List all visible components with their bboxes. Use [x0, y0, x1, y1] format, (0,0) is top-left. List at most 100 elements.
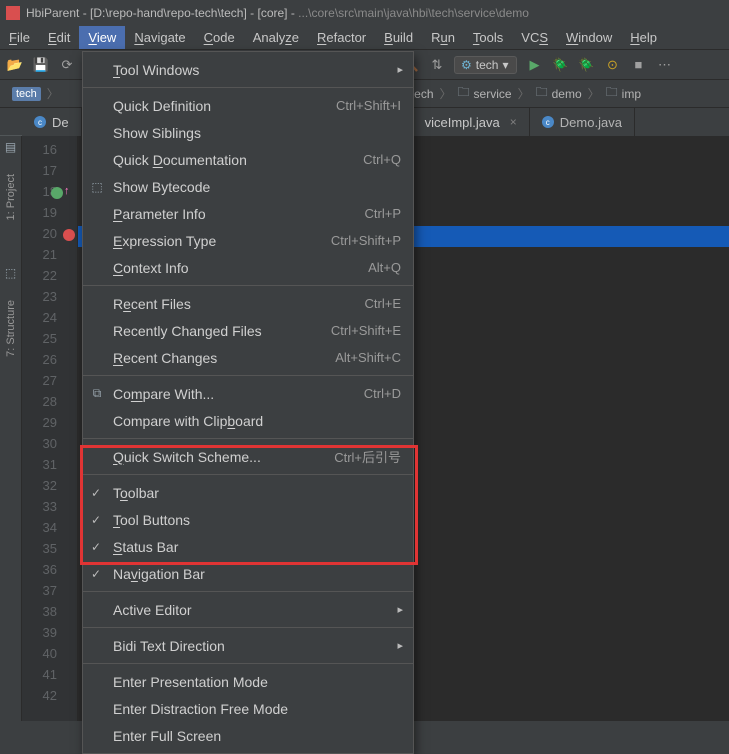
- class-icon: c: [34, 116, 46, 128]
- line-number: 34: [22, 520, 77, 541]
- chevron-down-icon: ▾: [502, 58, 508, 72]
- menu-bidi[interactable]: Bidi Text Direction: [83, 632, 413, 659]
- line-number: 20: [22, 226, 77, 247]
- up-arrow-icon[interactable]: [63, 187, 75, 199]
- line-number: 38: [22, 604, 77, 625]
- check-icon: ✓: [91, 486, 101, 500]
- line-number: 26: [22, 352, 77, 373]
- menu-recent-files[interactable]: Recent FilesCtrl+E: [83, 290, 413, 317]
- line-number: 42: [22, 688, 77, 709]
- menubar: File Edit View Navigate Code Analyze Ref…: [0, 26, 729, 50]
- structure-tool-label[interactable]: 7: Structure: [5, 300, 17, 357]
- menu-quick-switch[interactable]: Quick Switch Scheme...Ctrl+后引号: [83, 443, 413, 470]
- line-number: 37: [22, 583, 77, 604]
- menu-fullscreen[interactable]: Enter Full Screen: [83, 722, 413, 749]
- profile-icon[interactable]: ⊙: [603, 56, 621, 74]
- menu-recent-changes[interactable]: Recent ChangesAlt+Shift+C: [83, 344, 413, 371]
- line-number: 29: [22, 415, 77, 436]
- view-menu-dropdown: Tool Windows Quick DefinitionCtrl+Shift+…: [82, 51, 414, 754]
- tool-window-bar: ▤ 1: Project ⬚ 7: Structure: [0, 136, 22, 721]
- menu-show-bytecode[interactable]: ⬚Show Bytecode: [83, 173, 413, 200]
- menu-file[interactable]: File: [0, 26, 39, 49]
- title-module: [core]: [257, 6, 287, 20]
- run-config[interactable]: ⚙ tech ▾: [454, 56, 517, 74]
- breadcrumb-root[interactable]: tech: [6, 87, 47, 101]
- menu-help[interactable]: Help: [621, 26, 666, 49]
- line-number: 16: [22, 142, 77, 163]
- menu-active-editor[interactable]: Active Editor: [83, 596, 413, 623]
- more-icon[interactable]: ⋯: [655, 56, 673, 74]
- stop-icon[interactable]: ■: [629, 56, 647, 74]
- menu-refactor[interactable]: Refactor: [308, 26, 375, 49]
- menu-recent-changed[interactable]: Recently Changed FilesCtrl+Shift+E: [83, 317, 413, 344]
- structure-tool-icon[interactable]: ⬚: [5, 266, 16, 280]
- override-marker-icon[interactable]: [51, 187, 63, 199]
- menu-tool-buttons-toggle[interactable]: ✓Tool Buttons: [83, 506, 413, 533]
- menu-quick-doc[interactable]: Quick DocumentationCtrl+Q: [83, 146, 413, 173]
- titlebar: HbiParent - [D:\repo-hand\repo-tech\tech…: [0, 0, 729, 26]
- line-number: 31: [22, 457, 77, 478]
- line-number: 35: [22, 541, 77, 562]
- menu-expr-type[interactable]: Expression TypeCtrl+Shift+P: [83, 227, 413, 254]
- line-number: 23: [22, 289, 77, 310]
- project-tool-icon[interactable]: ▤: [5, 140, 16, 154]
- open-icon[interactable]: 📂: [6, 56, 24, 74]
- menu-distraction-free[interactable]: Enter Distraction Free Mode: [83, 695, 413, 722]
- line-number: 36: [22, 562, 77, 583]
- folder-icon: 🗀: [606, 83, 618, 104]
- line-number: 28: [22, 394, 77, 415]
- close-icon[interactable]: ×: [510, 115, 517, 129]
- breadcrumb-service[interactable]: 🗀service: [452, 83, 518, 104]
- line-number: 40: [22, 646, 77, 667]
- line-number: 19: [22, 205, 77, 226]
- menu-vcs[interactable]: VCS: [512, 26, 557, 49]
- project-tool-label[interactable]: 1: Project: [5, 174, 17, 220]
- bars-icon[interactable]: ⇅: [428, 56, 446, 74]
- check-icon: ✓: [91, 513, 101, 527]
- breadcrumb-imp[interactable]: 🗀imp: [600, 83, 647, 104]
- menu-toolbar-toggle[interactable]: ✓Toolbar: [83, 479, 413, 506]
- line-number: 39: [22, 625, 77, 646]
- menu-tools[interactable]: Tools: [464, 26, 512, 49]
- editor-gutter: 1617181920212223242526272829303132333435…: [22, 136, 78, 721]
- tab-impl[interactable]: viceImpl.java ×: [412, 108, 530, 136]
- line-number: 25: [22, 331, 77, 352]
- menu-nav-bar-toggle[interactable]: ✓Navigation Bar: [83, 560, 413, 587]
- menu-quick-definition[interactable]: Quick DefinitionCtrl+Shift+I: [83, 92, 413, 119]
- class-icon: c: [542, 116, 554, 128]
- menu-navigate[interactable]: Navigate: [125, 26, 194, 49]
- menu-show-siblings[interactable]: Show Siblings: [83, 119, 413, 146]
- coverage-icon[interactable]: 🪲: [577, 56, 595, 74]
- refresh-icon[interactable]: ⟳: [58, 56, 76, 74]
- play-icon[interactable]: ▶: [525, 56, 543, 74]
- line-number: 24: [22, 310, 77, 331]
- breadcrumb-demo[interactable]: 🗀demo: [530, 83, 588, 104]
- tab-left[interactable]: c De: [22, 108, 82, 136]
- tab-demo[interactable]: c Demo.java: [530, 108, 635, 136]
- menu-tool-windows[interactable]: Tool Windows: [83, 56, 413, 83]
- menu-edit[interactable]: Edit: [39, 26, 79, 49]
- app-icon: [6, 6, 20, 20]
- folder-icon: 🗀: [536, 83, 548, 104]
- menu-presentation[interactable]: Enter Presentation Mode: [83, 668, 413, 695]
- check-icon: ✓: [91, 567, 101, 581]
- menu-view[interactable]: View: [79, 26, 125, 49]
- title-file: ...\core\src\main\java\hbi\tech\service\…: [298, 6, 529, 20]
- bytecode-icon: ⬚: [89, 179, 105, 195]
- debug-icon[interactable]: 🪲: [551, 56, 569, 74]
- error-marker-icon[interactable]: [63, 229, 75, 241]
- menu-build[interactable]: Build: [375, 26, 422, 49]
- menu-run[interactable]: Run: [422, 26, 464, 49]
- menu-analyze[interactable]: Analyze: [244, 26, 308, 49]
- save-icon[interactable]: 💾: [32, 56, 50, 74]
- menu-context-info[interactable]: Context InfoAlt+Q: [83, 254, 413, 281]
- check-icon: ✓: [91, 540, 101, 554]
- title-path: [D:\repo-hand\repo-tech\tech]: [90, 6, 247, 20]
- menu-status-bar-toggle[interactable]: ✓Status Bar: [83, 533, 413, 560]
- menu-code[interactable]: Code: [195, 26, 244, 49]
- menu-compare-with[interactable]: ⧉Compare With...Ctrl+D: [83, 380, 413, 407]
- menu-compare-clipboard[interactable]: Compare with Clipboard: [83, 407, 413, 434]
- line-number: 33: [22, 499, 77, 520]
- menu-window[interactable]: Window: [557, 26, 621, 49]
- menu-param-info[interactable]: Parameter InfoCtrl+P: [83, 200, 413, 227]
